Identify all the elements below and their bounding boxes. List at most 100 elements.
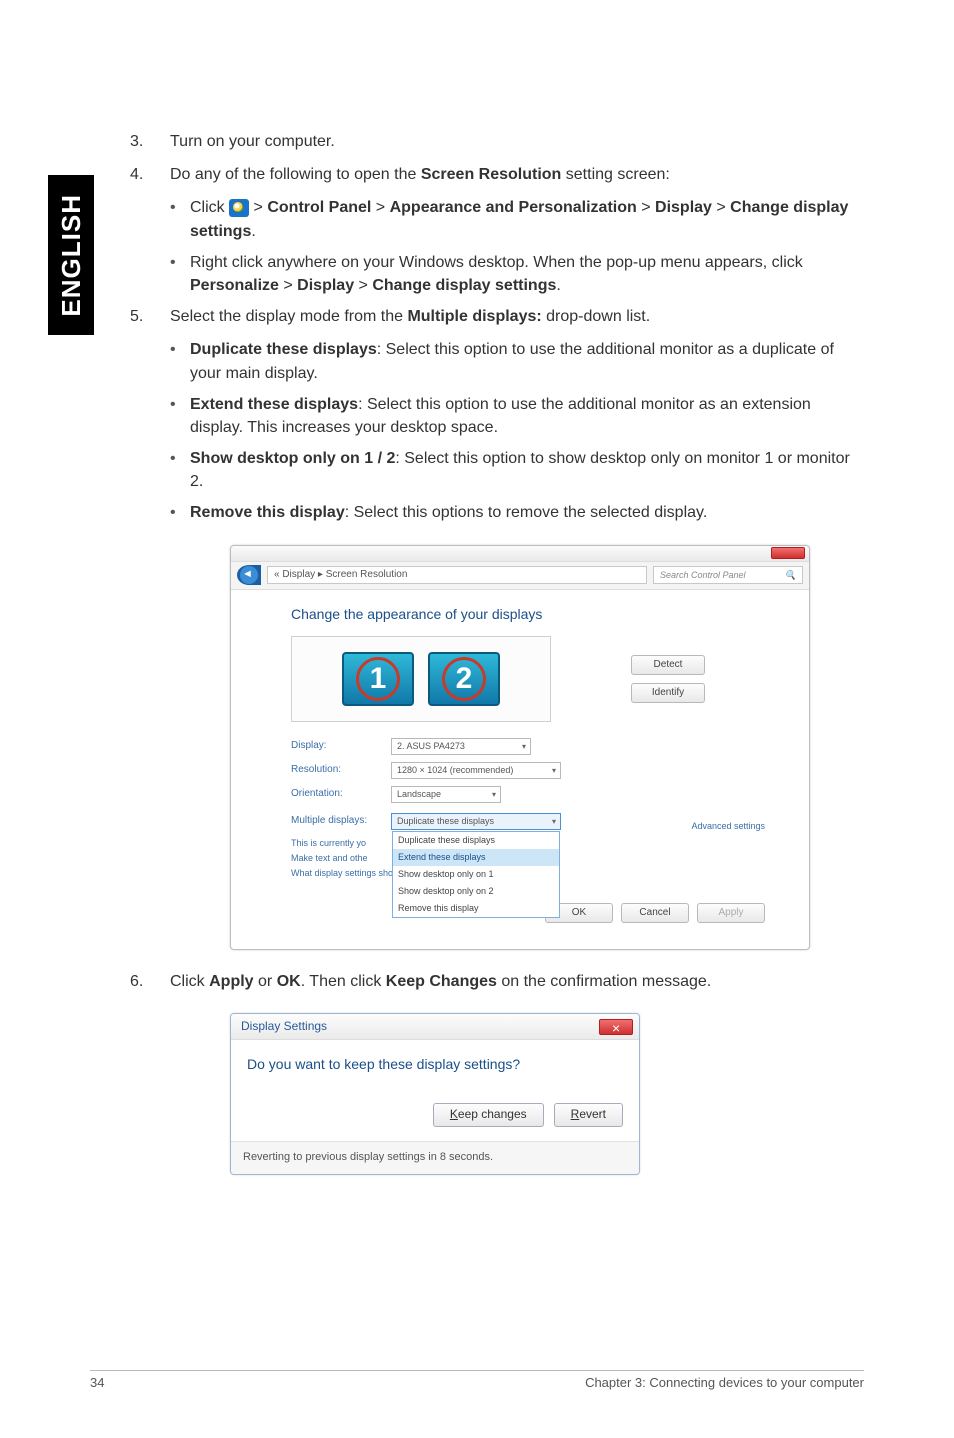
text: Click [170,973,209,990]
label: Identify [652,686,684,701]
highlight-ring-icon [442,657,486,701]
text: > [354,277,372,294]
step-3: 3. Turn on your computer. [130,130,864,153]
bold: Keep Changes [386,973,497,990]
cancel-button[interactable]: Cancel [621,903,689,923]
text: Select the display mode from the [170,308,407,325]
bullet: • [170,338,190,384]
window-titlebar [231,546,809,562]
text: Click [190,199,229,216]
resolution-select[interactable]: 1280 × 1024 (recommended) [391,762,561,779]
step-number: 6. [130,970,170,993]
close-icon[interactable] [771,547,805,559]
text: > [371,199,389,216]
value: 2. ASUS PA4273 [397,740,465,753]
orientation-select[interactable]: Landscape [391,786,501,803]
dropdown-option[interactable]: Remove this display [393,900,559,917]
label: Detect [654,658,683,673]
figure-display-settings-dialog: Display Settings Do you want to keep the… [230,1013,864,1174]
text: on the confirmation message. [497,973,711,990]
detect-button[interactable]: Detect [631,655,705,675]
step-4: 4. Do any of the following to open the S… [130,163,864,186]
label: Resolution: [291,763,391,778]
sub-text: Remove this display: Select this options… [190,501,864,524]
label: Orientation: [291,787,391,802]
dropdown-option[interactable]: Duplicate these displays [393,832,559,849]
text: : Select this options to remove the sele… [345,504,708,521]
sub-text: Show desktop only on 1 / 2: Select this … [190,447,864,493]
sub-text: Right click anywhere on your Windows des… [190,251,864,297]
bullet: • [170,501,190,524]
back-icon[interactable] [237,565,261,585]
dialog-body: Do you want to keep these display settin… [231,1040,639,1140]
breadcrumb[interactable]: « Display ▸ Screen Resolution [267,566,647,584]
window-address-bar: « Display ▸ Screen Resolution Search Con… [231,562,809,590]
text: . [251,223,255,240]
text: . [556,277,560,294]
dropdown-option[interactable]: Extend these displays [393,849,559,866]
dialog-title-text: Display Settings [241,1018,327,1035]
text: . Then click [301,973,386,990]
bold: Appearance and Personalization [390,199,637,216]
display-select[interactable]: 2. ASUS PA4273 [391,738,531,755]
step-5-sub-remove: • Remove this display: Select this optio… [170,501,864,524]
monitor-2[interactable]: 2 [428,652,500,706]
label: eep changes [458,1106,527,1123]
chapter-title: Chapter 3: Connecting devices to your co… [585,1375,864,1390]
language-tab: ENGLISH [48,175,94,335]
bold: Display [297,277,354,294]
multiple-displays-select[interactable]: Duplicate these displays Duplicate these… [391,813,561,830]
keep-changes-button[interactable]: Keep changes [433,1103,544,1127]
bold: Show desktop only on 1 / 2 [190,450,395,467]
bold: OK [277,973,301,990]
text: Do any of the following to open the [170,166,421,183]
bullet: • [170,447,190,493]
accel: R [571,1106,580,1123]
page-number: 34 [90,1375,104,1390]
apply-button[interactable]: Apply [697,903,765,923]
step-number: 4. [130,163,170,186]
preview-buttons: Detect Identify [631,655,705,703]
monitor-1[interactable]: 1 [342,652,414,706]
value: Duplicate these displays [397,815,494,828]
step-number: 3. [130,130,170,153]
close-icon[interactable] [599,1019,633,1035]
dialog-buttons: Keep changes Revert [247,1103,623,1127]
sub-text: Extend these displays: Select this optio… [190,393,864,439]
step-6: 6. Click Apply or OK. Then click Keep Ch… [130,970,864,993]
window-heading: Change the appearance of your displays [291,604,785,624]
start-icon [229,199,249,217]
text: > [637,199,655,216]
text: > [249,199,267,216]
revert-button[interactable]: Revert [554,1103,623,1127]
page-footer: 34 Chapter 3: Connecting devices to your… [90,1370,864,1390]
bold: Apply [209,973,253,990]
label: evert [579,1106,606,1123]
search-placeholder: Search Control Panel [660,569,746,582]
row-resolution: Resolution: 1280 × 1024 (recommended) [291,762,785,779]
dropdown-option[interactable]: Show desktop only on 2 [393,883,559,900]
value: Landscape [397,788,441,801]
identify-button[interactable]: Identify [631,683,705,703]
row-multiple-displays: Multiple displays: Duplicate these displ… [291,813,785,830]
multiple-displays-dropdown: Duplicate these displays Extend these di… [392,831,560,918]
text: drop-down list. [542,308,651,325]
label: OK [572,906,586,921]
step-5: 5. Select the display mode from the Mult… [130,305,864,328]
dropdown-option[interactable]: Show desktop only on 1 [393,866,559,883]
accel: K [450,1106,458,1123]
step-5-sub-show: • Show desktop only on 1 / 2: Select thi… [170,447,864,493]
search-input[interactable]: Search Control Panel 🔍 [653,566,803,584]
row-orientation: Orientation: Landscape [291,786,785,803]
bold: Personalize [190,277,279,294]
language-label: ENGLISH [56,194,87,317]
text: > [712,199,730,216]
step-5-sub-ext: • Extend these displays: Select this opt… [170,393,864,439]
label: Apply [718,906,743,921]
value: 1280 × 1024 (recommended) [397,764,513,777]
display-preview[interactable]: 1 2 [291,636,551,722]
display-settings-form: Display: 2. ASUS PA4273 Resolution: 1280… [291,738,785,880]
search-icon: 🔍 [785,569,796,582]
row-display: Display: 2. ASUS PA4273 [291,738,785,755]
sub-text: Click > Control Panel > Appearance and P… [190,196,864,242]
